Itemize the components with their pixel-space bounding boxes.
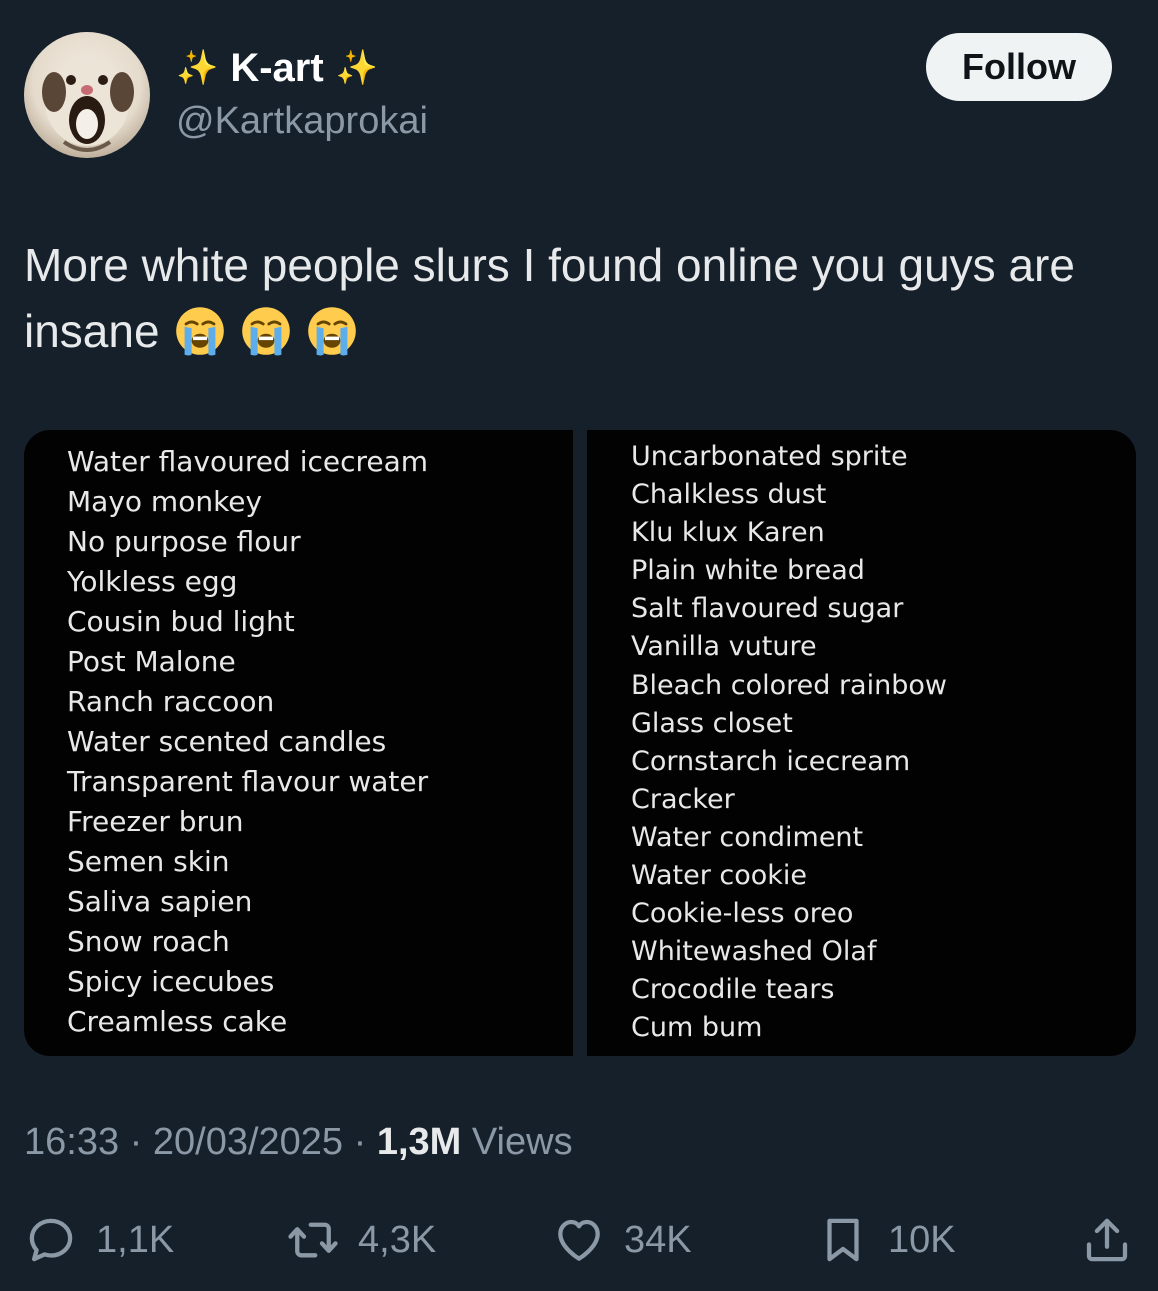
tweet-date[interactable]: 20/03/2025 [153, 1121, 343, 1163]
sparkles-icon: ✨ [176, 49, 219, 87]
list-item: Spicy icecubes [67, 965, 275, 998]
list-item: Snow roach [67, 925, 230, 958]
list-item: Uncarbonated sprite [631, 441, 908, 472]
list-item: Water scented candles [67, 725, 387, 758]
list-item: Post Malone [67, 645, 236, 678]
list-item: No purpose flour [67, 525, 301, 558]
separator: · [343, 1121, 377, 1163]
list-item: Semen skin [67, 845, 230, 878]
bookmark-button[interactable]: 10K [816, 1208, 956, 1272]
list-item: Salt flavoured sugar [631, 593, 904, 625]
bookmark-count: 10K [888, 1218, 956, 1261]
tweet: ✨ K-art ✨ @Kartkaprokai Follow More whit… [0, 0, 1158, 1291]
tweet-media[interactable]: Water flavoured icecream Mayo monkey No pu… [24, 430, 1136, 1056]
list-item: Cookie-less oreo [631, 898, 854, 930]
bookmark-icon [827, 1218, 859, 1262]
tweet-text: More white people slurs I found online y… [24, 232, 1124, 364]
heart-icon [558, 1219, 600, 1261]
display-name[interactable]: K-art [230, 42, 323, 94]
avatar-image [42, 58, 134, 152]
reply-icon [29, 1218, 73, 1262]
like-count: 34K [624, 1218, 692, 1261]
follow-button[interactable]: Follow [926, 33, 1112, 101]
list-item: Whitewashed Olaf [631, 936, 877, 968]
list-item: Yolkless egg [67, 565, 238, 598]
like-button[interactable]: 34K [552, 1208, 692, 1272]
list-item: Creamless cake [67, 1005, 288, 1038]
separator: · [119, 1121, 153, 1163]
list-item: Cornstarch icecream [631, 745, 911, 777]
user-handle[interactable]: @Kartkaprokai [176, 96, 428, 146]
list-item: Bleach colored rainbow [631, 669, 947, 701]
list-item: Water condiment [631, 821, 864, 853]
list-item: Ranch raccoon [67, 685, 275, 718]
emoji-row [172, 305, 370, 357]
share-icon [1086, 1218, 1128, 1262]
list-item: Cum bum [631, 1012, 763, 1044]
loudly-crying-face-icon [172, 303, 228, 359]
list-item: Transparent flavour water [67, 765, 429, 798]
views-count: 1,3M [376, 1121, 462, 1163]
tweet-meta: 16:33 · 20/03/2025 · 1,3M Views [24, 1118, 573, 1166]
loudly-crying-face-icon [238, 303, 294, 359]
display-name-row[interactable]: ✨ K-art ✨ [176, 42, 378, 94]
list-item: Freezer brun [67, 805, 244, 838]
sparkles-icon: ✨ [335, 49, 379, 87]
media-panel-right: Uncarbonated sprite Chalkless dust Klu klu… [587, 430, 1136, 1056]
list-item: Water flavoured icecream [67, 445, 429, 478]
repost-count: 4,3K [358, 1218, 437, 1261]
loudly-crying-face-icon [304, 303, 360, 359]
list-item: Chalkless dust [631, 479, 827, 511]
list-item: Klu klux Karen [631, 517, 825, 549]
reply-count: 1,1K [96, 1218, 175, 1261]
avatar[interactable] [24, 32, 150, 158]
list-item: Cousin bud light [67, 605, 295, 638]
views-label: Views [461, 1121, 573, 1163]
list-item: Vanilla vuture [631, 631, 817, 663]
list-item: Cracker [631, 783, 735, 815]
repost-icon [288, 1222, 338, 1258]
repost-button[interactable]: 4,3K [286, 1208, 436, 1272]
list-item: Saliva sapien [67, 885, 253, 918]
action-bar: 1,1K 4,3K 34K 10K [0, 1208, 1158, 1272]
tweet-time[interactable]: 16:33 [24, 1121, 119, 1163]
share-button[interactable] [1080, 1208, 1134, 1272]
slur-list-left: Water flavoured icecream Mayo monkey No pu… [67, 442, 573, 1042]
list-item: Water cookie [631, 860, 808, 892]
slur-list-right: Uncarbonated sprite Chalkless dust Klu klu… [631, 438, 1136, 1048]
list-item: Glass closet [631, 707, 793, 739]
list-item: Mayo monkey [67, 485, 263, 518]
reply-button[interactable]: 1,1K [24, 1208, 174, 1272]
list-item: Plain white bread [631, 555, 865, 587]
list-item: Crocodile tears [631, 974, 835, 1006]
media-panel-left: Water flavoured icecream Mayo monkey No pu… [24, 430, 573, 1056]
